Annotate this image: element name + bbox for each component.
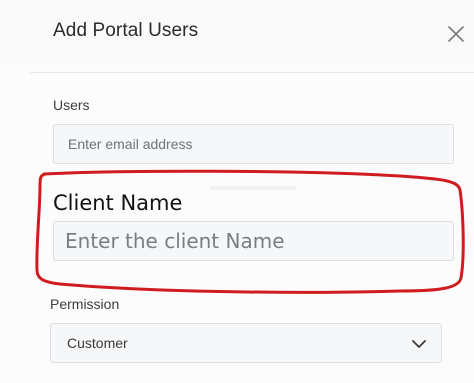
permission-label: Permission <box>50 296 120 312</box>
dialog-title: Add Portal Users <box>53 20 199 41</box>
client-name-label: Client Name <box>53 191 183 215</box>
permission-select[interactable]: Customer <box>50 323 442 363</box>
chevron-down-icon <box>412 340 426 348</box>
users-email-input[interactable] <box>53 124 454 164</box>
client-name-input[interactable] <box>53 221 454 261</box>
users-label: Users <box>53 97 90 113</box>
permission-selected-value: Customer <box>67 335 128 351</box>
section-divider <box>210 186 296 190</box>
header-divider <box>30 72 474 73</box>
close-icon[interactable] <box>446 24 466 44</box>
add-portal-users-dialog: Add Portal Users Users Client Name Permi… <box>0 0 474 383</box>
